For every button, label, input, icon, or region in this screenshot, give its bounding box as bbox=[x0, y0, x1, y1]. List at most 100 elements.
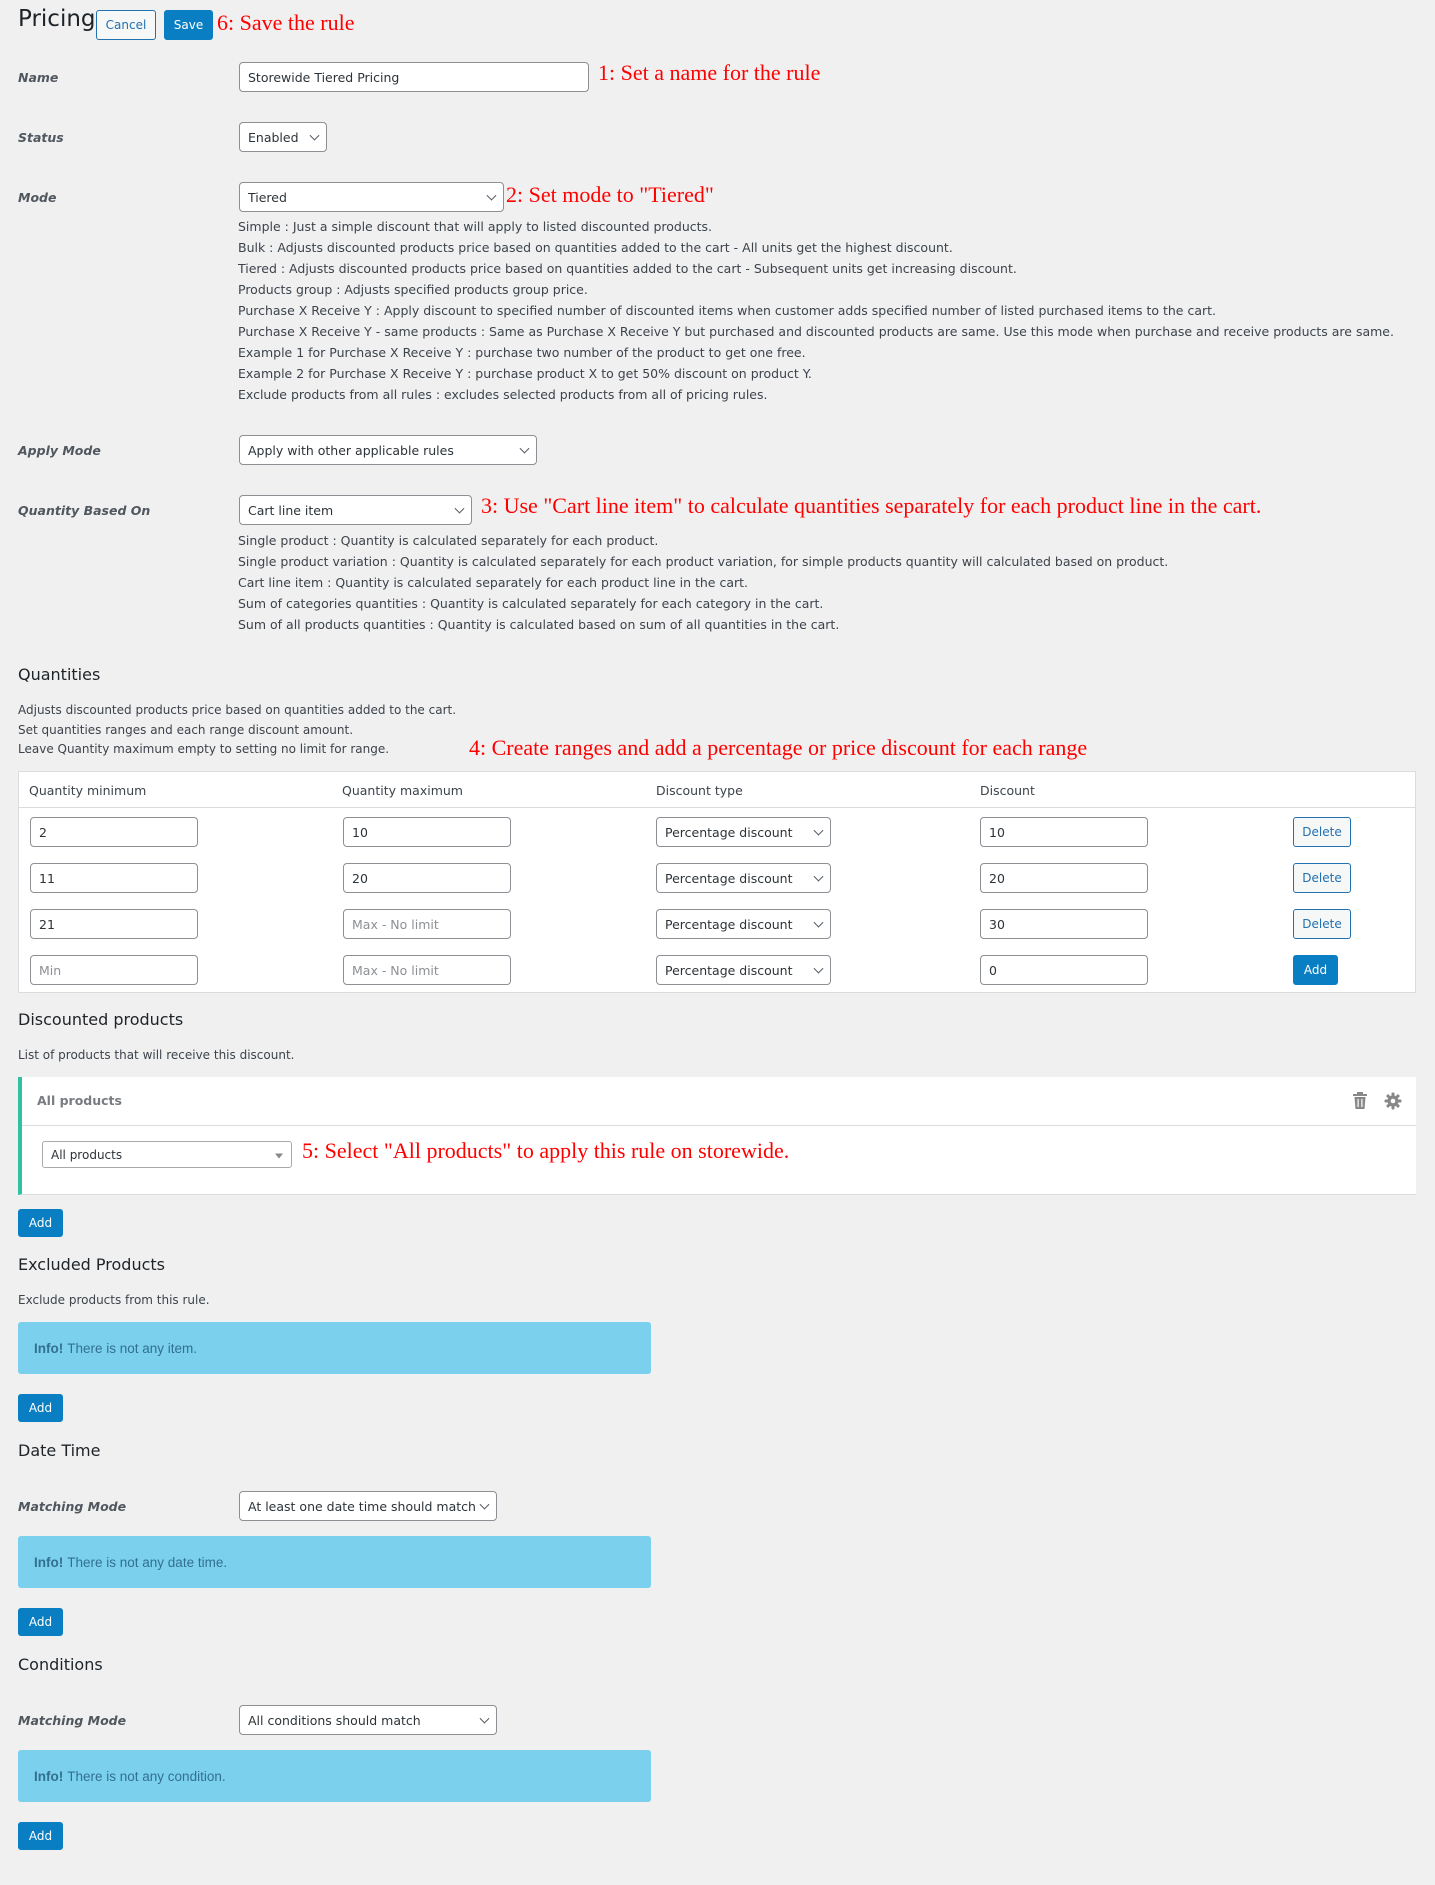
date-time-matching-label: Matching Mode bbox=[18, 1499, 127, 1514]
add-date-time-button[interactable]: Add bbox=[18, 1608, 63, 1636]
quantity-min-input[interactable]: Min bbox=[30, 955, 198, 985]
quantities-desc-line: Adjusts discounted products price based … bbox=[18, 703, 457, 717]
quantity-min-input[interactable]: 21 bbox=[30, 909, 198, 939]
mode-select-value: Tiered bbox=[248, 189, 287, 205]
delete-row-button[interactable]: Delete bbox=[1293, 909, 1351, 939]
quantity-based-on-descriptions: Single product : Quantity is calculated … bbox=[238, 530, 1168, 635]
add-discounted-product-button[interactable]: Add bbox=[18, 1209, 63, 1237]
discount-type-select[interactable]: Percentage discount bbox=[656, 863, 831, 893]
quantity-based-on-select[interactable]: Cart line item bbox=[239, 495, 472, 525]
save-button[interactable]: Save bbox=[164, 10, 213, 40]
info-text: There is not any date time. bbox=[67, 1554, 228, 1570]
status-select[interactable]: Enabled bbox=[239, 122, 327, 152]
chevron-down-icon bbox=[813, 871, 824, 882]
excluded-products-info: Info! There is not any item. bbox=[18, 1322, 651, 1374]
quantity-min-input[interactable]: 11 bbox=[30, 863, 198, 893]
mode-desc-line: Example 2 for Purchase X Receive Y : pur… bbox=[238, 366, 812, 381]
quantity-based-on-value: Cart line item bbox=[248, 502, 334, 518]
discount-type-value: Percentage discount bbox=[665, 824, 793, 840]
apply-mode-select[interactable]: Apply with other applicable rules bbox=[239, 435, 537, 465]
page-title: Pricing bbox=[18, 6, 96, 32]
mode-desc-line: Purchase X Receive Y - same products : S… bbox=[238, 324, 1394, 339]
quantities-desc-line: Set quantities ranges and each range dis… bbox=[18, 722, 354, 737]
chevron-down-icon bbox=[519, 443, 530, 454]
discounted-products-description: List of products that will receive this … bbox=[18, 1048, 295, 1062]
chevron-down-icon bbox=[813, 963, 824, 974]
annotation-quantities: 4: Create ranges and add a percentage or… bbox=[469, 735, 1088, 760]
info-text: There is not any condition. bbox=[67, 1768, 226, 1784]
conditions-matching-value: All conditions should match bbox=[248, 1712, 421, 1728]
discounted-products-title: Discounted products bbox=[18, 1010, 184, 1029]
trash-icon[interactable] bbox=[1352, 1092, 1368, 1114]
mode-select[interactable]: Tiered bbox=[239, 182, 504, 212]
quantities-description: Adjusts discounted products price based … bbox=[18, 701, 456, 760]
discount-type-select[interactable]: Percentage discount bbox=[656, 817, 831, 847]
name-label: Name bbox=[18, 70, 59, 85]
apply-mode-label: Apply Mode bbox=[18, 443, 101, 458]
annotation-name: 1: Set a name for the rule bbox=[598, 60, 821, 85]
info-label: Info! bbox=[34, 1554, 64, 1570]
mode-label: Mode bbox=[18, 190, 57, 205]
mode-desc-line: Example 1 for Purchase X Receive Y : pur… bbox=[238, 345, 806, 360]
cancel-button[interactable]: Cancel bbox=[96, 10, 156, 40]
discounted-product-item-header: All products bbox=[22, 1077, 1416, 1126]
discount-input[interactable]: 0 bbox=[980, 955, 1148, 985]
chevron-down-icon bbox=[813, 917, 824, 928]
delete-row-button[interactable]: Delete bbox=[1293, 817, 1351, 847]
qbo-desc-line: Sum of all products quantities : Quantit… bbox=[238, 617, 840, 632]
apply-mode-select-value: Apply with other applicable rules bbox=[248, 442, 454, 458]
info-label: Info! bbox=[34, 1768, 64, 1784]
add-excluded-product-button[interactable]: Add bbox=[18, 1394, 63, 1422]
discount-input[interactable]: 30 bbox=[980, 909, 1148, 939]
date-time-matching-select[interactable]: At least one date time should match bbox=[239, 1491, 497, 1521]
mode-descriptions: Simple : Just a simple discount that wil… bbox=[238, 216, 1394, 405]
add-row-button[interactable]: Add bbox=[1293, 955, 1338, 985]
info-text: There is not any item. bbox=[67, 1340, 198, 1356]
mode-desc-line: Bulk : Adjusts discounted products price… bbox=[238, 240, 953, 255]
mode-desc-line: Exclude products from all rules : exclud… bbox=[238, 387, 768, 402]
add-condition-button[interactable]: Add bbox=[18, 1822, 63, 1850]
date-time-info: Info! There is not any date time. bbox=[18, 1536, 651, 1588]
conditions-matching-select[interactable]: All conditions should match bbox=[239, 1705, 497, 1735]
quantity-max-input[interactable]: 20 bbox=[343, 863, 511, 893]
annotation-quantity-based-on: 3: Use "Cart line item" to calculate qua… bbox=[481, 493, 1262, 518]
quantities-desc-line: Leave Quantity maximum empty to setting … bbox=[18, 742, 390, 756]
products-type-select[interactable]: All products bbox=[42, 1141, 292, 1168]
discount-type-value: Percentage discount bbox=[665, 870, 793, 886]
discount-input[interactable]: 10 bbox=[980, 817, 1148, 847]
discounted-product-item: All products All products bbox=[18, 1077, 1416, 1195]
column-header: Quantity maximum bbox=[342, 783, 463, 798]
discount-input[interactable]: 20 bbox=[980, 863, 1148, 893]
chevron-down-icon bbox=[813, 825, 824, 836]
chevron-down-icon bbox=[486, 190, 497, 201]
gear-icon[interactable] bbox=[1384, 1092, 1402, 1114]
conditions-info: Info! There is not any condition. bbox=[18, 1750, 651, 1802]
delete-row-button[interactable]: Delete bbox=[1293, 863, 1351, 893]
quantity-based-on-label: Quantity Based On bbox=[18, 503, 151, 518]
column-header: Discount type bbox=[656, 783, 743, 798]
status-select-value: Enabled bbox=[248, 129, 299, 145]
quantity-min-input[interactable]: 2 bbox=[30, 817, 198, 847]
mode-desc-line: Simple : Just a simple discount that wil… bbox=[238, 219, 713, 234]
status-label: Status bbox=[18, 130, 64, 145]
discount-type-select[interactable]: Percentage discount bbox=[656, 909, 831, 939]
date-time-title: Date Time bbox=[18, 1441, 101, 1460]
chevron-down-icon bbox=[309, 130, 320, 141]
mode-desc-line: Tiered : Adjusts discounted products pri… bbox=[238, 261, 1017, 276]
discount-type-value: Percentage discount bbox=[665, 962, 793, 978]
quantity-max-input[interactable]: 10 bbox=[343, 817, 511, 847]
conditions-matching-label: Matching Mode bbox=[18, 1713, 127, 1728]
discount-type-select[interactable]: Percentage discount bbox=[656, 955, 831, 985]
column-header: Discount bbox=[980, 783, 1035, 798]
discounted-product-item-title: All products bbox=[37, 1093, 122, 1108]
annotation-discounted-products: 5: Select "All products" to apply this r… bbox=[302, 1138, 790, 1163]
quantity-max-input[interactable]: Max - No limit bbox=[343, 909, 511, 939]
date-time-matching-value: At least one date time should match bbox=[248, 1498, 476, 1514]
column-header: Quantity minimum bbox=[29, 783, 147, 798]
quantity-max-input[interactable]: Max - No limit bbox=[343, 955, 511, 985]
annotation-mode: 2: Set mode to "Tiered" bbox=[506, 182, 714, 207]
excluded-products-title: Excluded Products bbox=[18, 1255, 166, 1274]
qbo-desc-line: Single product : Quantity is calculated … bbox=[238, 533, 659, 548]
name-input[interactable]: Storewide Tiered Pricing bbox=[239, 62, 589, 92]
caret-down-icon bbox=[275, 1153, 283, 1158]
